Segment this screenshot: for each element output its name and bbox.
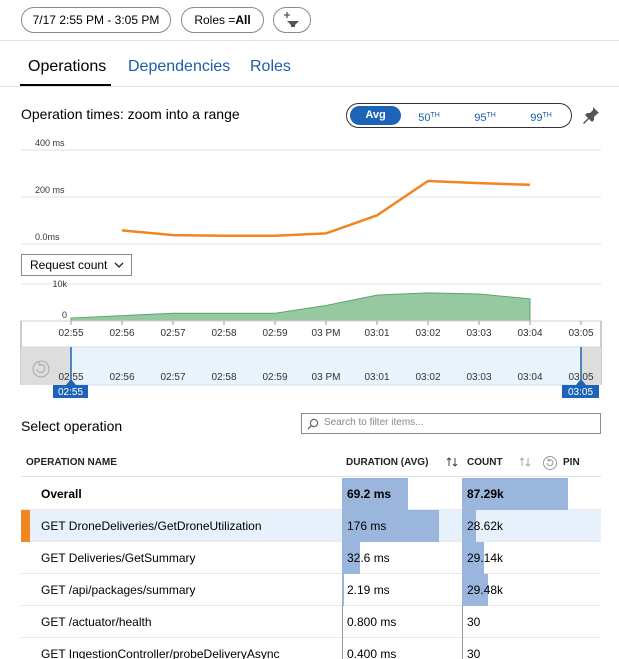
count-value: 29.14k xyxy=(467,551,504,565)
duration-value: 2.19 ms xyxy=(347,583,390,597)
table-row[interactable]: GET /api/packages/summary 2.19 ms 29.48k xyxy=(21,574,601,606)
duration-bar xyxy=(342,574,344,606)
duration-value: 0.800 ms xyxy=(347,615,397,629)
x-tick-label: 03:01 xyxy=(364,328,389,339)
header-pin: PIN xyxy=(563,457,580,468)
operation-name: GET Deliveries/GetSummary xyxy=(41,551,196,565)
sort-count-icon[interactable] xyxy=(519,457,531,467)
search-input[interactable]: Search to filter items... xyxy=(301,413,601,434)
brush-tick-label: 03:02 xyxy=(415,372,440,383)
y-tick-label: 0.0ms xyxy=(35,232,60,242)
column-separator xyxy=(342,638,343,659)
duration-line xyxy=(121,179,531,238)
header-duration[interactable]: DURATION (AVG) xyxy=(346,457,428,468)
selected-row-marker xyxy=(21,510,30,542)
y-tick-label: 10k xyxy=(52,279,67,289)
search-icon xyxy=(307,418,319,430)
operation-name: GET /actuator/health xyxy=(41,615,152,629)
x-tick-label: 02:56 xyxy=(109,328,134,339)
count-value: 30 xyxy=(467,615,481,629)
duration-value: 176 ms xyxy=(347,519,387,533)
table-row[interactable]: GET DroneDeliveries/GetDroneUtilization 1… xyxy=(21,510,601,542)
count-value: 30 xyxy=(467,647,481,659)
x-tick-label: 02:58 xyxy=(211,328,236,339)
table-row[interactable]: GET IngestionController/probeDeliveryAsy… xyxy=(21,638,601,659)
brush-tick-label: 02:59 xyxy=(262,372,287,383)
brush-tick-label: 03 PM xyxy=(312,372,341,383)
header-count[interactable]: COUNT xyxy=(467,457,503,468)
operation-name: GET /api/packages/summary xyxy=(41,583,196,597)
y-tick-label: 0 xyxy=(62,310,67,320)
column-separator xyxy=(462,606,463,638)
duration-value: 69.2 ms xyxy=(347,487,392,501)
count-value: 28.62k xyxy=(467,519,504,533)
search-placeholder: Search to filter items... xyxy=(324,417,424,428)
x-tick-label: 03:02 xyxy=(415,328,440,339)
x-tick-label: 03:04 xyxy=(517,328,542,339)
x-tick-label: 03 PM xyxy=(312,328,341,339)
y-tick-label: 400 ms xyxy=(35,138,65,148)
duration-value: 0.400 ms xyxy=(347,647,397,659)
reset-icon[interactable] xyxy=(542,455,558,471)
y-tick-label: 200 ms xyxy=(35,185,65,195)
column-separator xyxy=(462,638,463,659)
table-row[interactable]: GET Deliveries/GetSummary 32.6 ms 29.14k xyxy=(21,542,601,574)
count-value: 29.48k xyxy=(467,583,504,597)
metric-dropdown-label: Request count xyxy=(30,258,108,272)
x-tick-label: 02:55 xyxy=(58,328,83,339)
count-value: 87.29k xyxy=(467,487,504,501)
x-tick-label: 02:59 xyxy=(262,328,287,339)
brush-tick-label: 02:56 xyxy=(109,372,134,383)
metric-dropdown[interactable]: Request count xyxy=(21,254,132,276)
brush-tick-label: 03:03 xyxy=(466,372,491,383)
brush-start-label: 02:55 xyxy=(58,387,83,398)
chevron-down-icon xyxy=(114,262,124,268)
sort-duration-icon[interactable] xyxy=(446,457,458,467)
brush-tick-label: 02:58 xyxy=(211,372,236,383)
operation-name: GET DroneDeliveries/GetDroneUtilization xyxy=(41,519,262,533)
operation-name: GET IngestionController/probeDeliveryAsy… xyxy=(41,647,280,659)
select-operation-title: Select operation xyxy=(21,418,123,434)
brush-tick-label: 02:57 xyxy=(160,372,185,383)
brush-tick-label: 03:04 xyxy=(517,372,542,383)
table-header-divider xyxy=(21,476,601,477)
x-tick-label: 03:05 xyxy=(568,328,593,339)
request-count-area xyxy=(70,292,531,322)
column-separator xyxy=(342,606,343,638)
x-tick-label: 02:57 xyxy=(160,328,185,339)
x-tick-label: 03:03 xyxy=(466,328,491,339)
brush-end-label: 03:05 xyxy=(568,387,593,398)
brush-tick-label: 03:01 xyxy=(364,372,389,383)
header-operation-name[interactable]: OPERATION NAME xyxy=(26,457,117,468)
operation-times-charts: 400 ms 200 ms 0.0ms 10k 0 02:55 02:56 02:57 02… xyxy=(20,138,602,398)
overall-row[interactable]: Overall 69.2 ms 87.29k xyxy=(21,478,601,510)
table-row[interactable]: GET /actuator/health 0.800 ms 30 xyxy=(21,606,601,638)
operation-name: Overall xyxy=(41,487,82,501)
duration-value: 32.6 ms xyxy=(347,551,390,565)
